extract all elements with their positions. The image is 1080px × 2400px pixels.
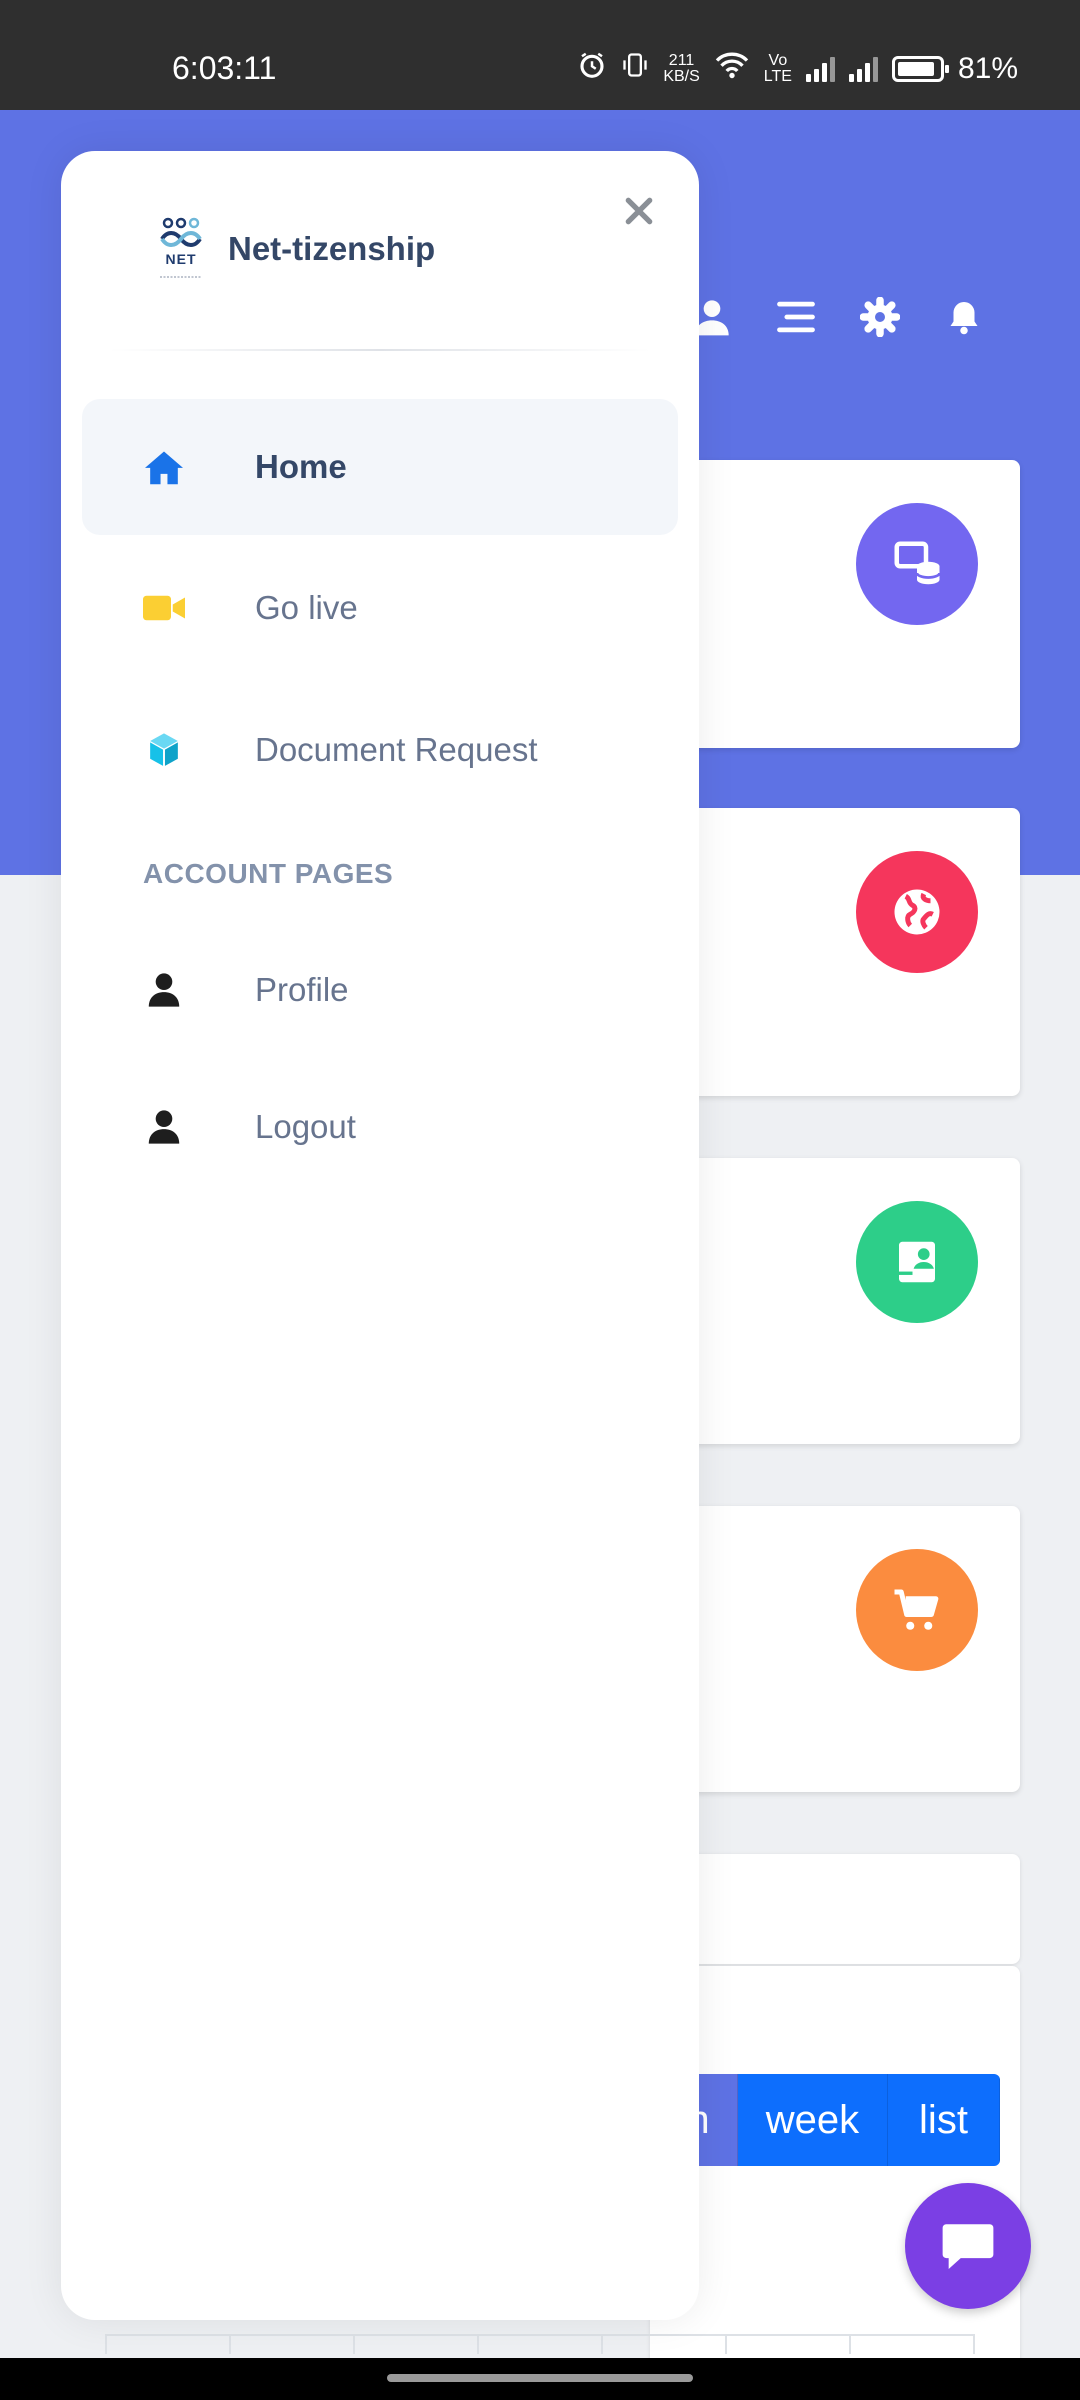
calendar-column: [231, 2336, 355, 2354]
sidebar-item-document-request[interactable]: Document Request: [82, 682, 678, 818]
battery-percent: 81%: [957, 52, 1018, 85]
close-icon: [625, 197, 653, 225]
wifi-icon: [714, 50, 750, 88]
cart-icon: [856, 1549, 978, 1671]
signal-icon: [848, 56, 878, 82]
sidebar-item-label: Home: [255, 448, 347, 485]
calendar-column: [603, 2336, 727, 2354]
calendar-column: [479, 2336, 603, 2354]
bell-icon[interactable]: [942, 295, 986, 339]
status-icons: 211 KB/S Vo LTE 81%: [577, 50, 1018, 88]
logo-text: NET: [165, 251, 197, 267]
sidebar-item-label: Profile: [255, 971, 349, 1008]
globe-icon: [856, 851, 978, 973]
sidebar-item-go-live[interactable]: Go live: [82, 540, 678, 676]
calendar-panel-header: [650, 1854, 1020, 1964]
home-indicator[interactable]: [387, 2374, 693, 2382]
chat-button[interactable]: [905, 2183, 1031, 2309]
calendar-column: [107, 2336, 231, 2354]
net-logo-icon: NET: [156, 217, 206, 281]
calendar-view-buttons: n week list: [660, 2074, 1000, 2166]
close-button[interactable]: [617, 189, 661, 233]
sidebar-item-label: Logout: [255, 1108, 356, 1145]
sidebar-item-label: Go live: [255, 589, 358, 626]
gear-icon[interactable]: [858, 295, 902, 339]
chat-bubble-icon: [942, 2224, 994, 2269]
stat-card: [650, 460, 1020, 748]
database-icon: [856, 503, 978, 625]
alarm-icon: [577, 50, 607, 88]
calendar-column: [851, 2336, 973, 2354]
status-bar: 6:03:11 211 KB/S Vo LTE 81%: [0, 0, 1080, 110]
brand-divider: [109, 349, 651, 351]
week-view-button[interactable]: week: [738, 2074, 888, 2166]
top-toolbar: [690, 295, 986, 339]
stat-card: [650, 1506, 1020, 1792]
user-icon: [142, 1105, 186, 1149]
video-camera-icon: [142, 586, 186, 630]
status-time: 6:03:11: [172, 50, 277, 86]
home-icon: [142, 445, 186, 489]
calendar-column: [727, 2336, 851, 2354]
menu-icon[interactable]: [774, 295, 818, 339]
contact-book-icon: [856, 1201, 978, 1323]
net-speed: 211 KB/S: [663, 52, 700, 85]
vibrate-icon: [621, 50, 649, 88]
user-icon: [142, 968, 186, 1012]
sidebar-item-profile[interactable]: Profile: [82, 922, 678, 1058]
signal-icon: [805, 56, 835, 82]
cube-icon: [142, 728, 186, 772]
stat-card: [650, 808, 1020, 1096]
sidebar-item-label: Document Request: [255, 731, 538, 768]
battery-icon: [891, 56, 949, 82]
list-view-button[interactable]: list: [888, 2074, 1000, 2166]
stat-card: [650, 1158, 1020, 1444]
sidebar-item-logout[interactable]: Logout: [82, 1059, 678, 1195]
account-pages-heading: ACCOUNT PAGES: [143, 858, 394, 889]
sidebar-drawer: NET Net-tizenship Home Go live Document …: [61, 151, 699, 2320]
calendar-grid: [105, 2334, 975, 2354]
brand-name: Net-tizenship: [228, 230, 436, 267]
calendar-column: [355, 2336, 479, 2354]
sidebar-item-home[interactable]: Home: [82, 399, 678, 535]
brand[interactable]: NET Net-tizenship: [156, 217, 435, 281]
volte-indicator: Vo LTE: [763, 52, 792, 85]
